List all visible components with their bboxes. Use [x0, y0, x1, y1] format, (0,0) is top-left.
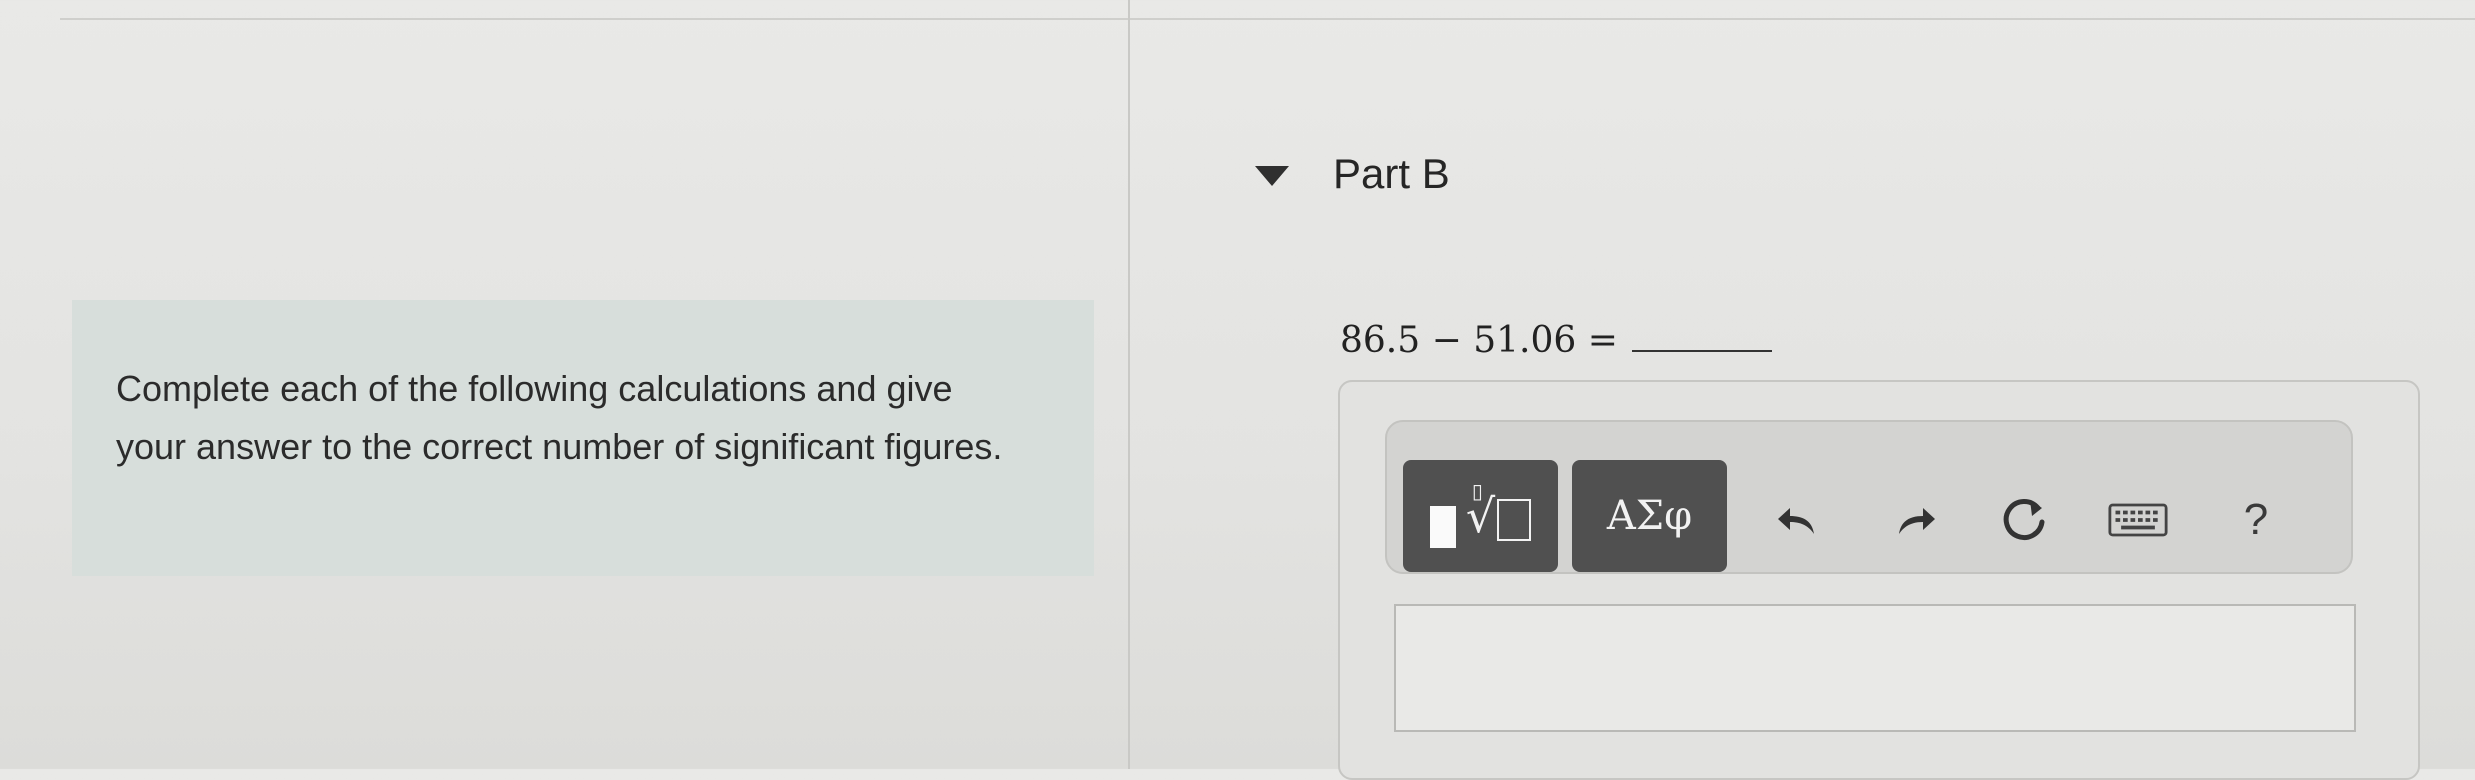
- keyboard-button[interactable]: [2108, 490, 2168, 550]
- question-equation: 86.5 − 51.06 =: [1340, 320, 1772, 361]
- reset-button[interactable]: [1994, 490, 2054, 550]
- templates-button[interactable]: ▯ √: [1403, 460, 1558, 572]
- answer-input[interactable]: [1394, 604, 2356, 732]
- redo-button[interactable]: [1885, 490, 1945, 550]
- equation-text: 86.5 − 51.06 =: [1340, 320, 1618, 361]
- answer-blank: [1631, 322, 1772, 352]
- part-title: Part B: [1333, 150, 1450, 197]
- column-divider: [1128, 0, 1130, 769]
- redo-icon: [1899, 508, 1935, 534]
- template-placeholder-icon: [1429, 506, 1456, 548]
- help-button[interactable]: ?: [2226, 490, 2286, 550]
- undo-icon: [1778, 508, 1814, 534]
- symbols-button[interactable]: ΑΣφ: [1572, 460, 1727, 572]
- instruction-text: Complete each of the following calculati…: [116, 368, 1003, 467]
- part-b-header[interactable]: Part B: [1255, 150, 1450, 198]
- template-radical-icon: ▯ √: [1466, 479, 1532, 543]
- keyboard-icon: [2108, 503, 2168, 537]
- reset-icon: [2003, 499, 2045, 540]
- top-divider: [60, 18, 2475, 20]
- collapse-caret-icon[interactable]: [1255, 166, 1289, 186]
- undo-button[interactable]: [1768, 490, 1828, 550]
- instruction-panel: Complete each of the following calculati…: [72, 300, 1094, 576]
